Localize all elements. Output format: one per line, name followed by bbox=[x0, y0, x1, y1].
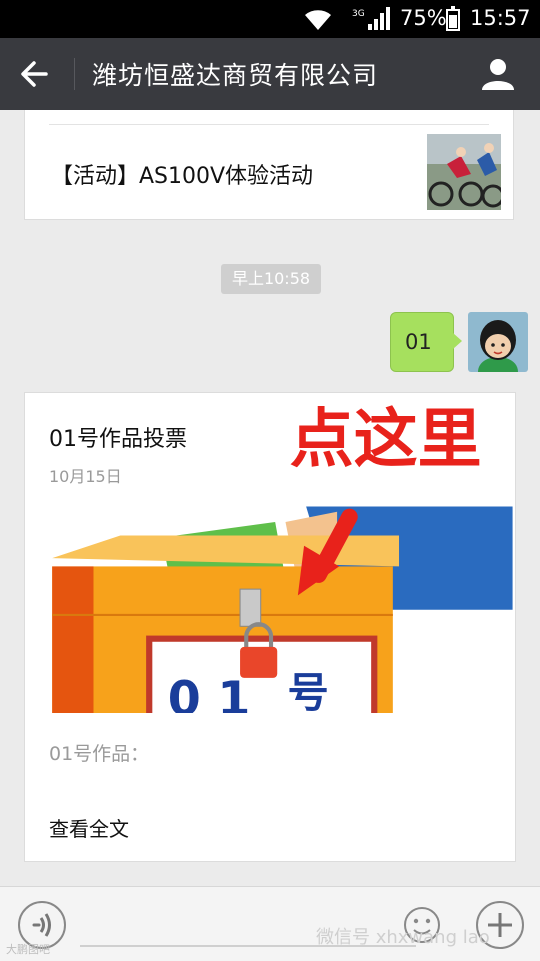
article-title: 01号作品投票 bbox=[49, 427, 187, 452]
previous-article-card[interactable]: 【活动】AS100V体验活动 bbox=[24, 110, 514, 220]
watermark-small: 大鹏图吧 bbox=[6, 943, 50, 956]
page-title: 潍坊恒盛达商贸有限公司 bbox=[92, 61, 379, 90]
card-divider bbox=[49, 124, 489, 125]
status-bar: 3G 75% 15:57 bbox=[0, 0, 540, 38]
box-number-char: 号 bbox=[288, 669, 329, 713]
avatar[interactable] bbox=[468, 312, 528, 372]
battery-icon bbox=[446, 6, 460, 31]
click-here-overlay: 点这里 bbox=[290, 403, 482, 477]
sent-message-bubble[interactable]: 01 bbox=[390, 312, 462, 372]
signal-icon: 3G bbox=[352, 7, 390, 30]
article-description: 01号作品： bbox=[49, 743, 150, 765]
box-number-label: 0 1 bbox=[168, 672, 251, 713]
wifi-icon bbox=[305, 10, 331, 30]
article-date: 10月15日 bbox=[49, 467, 122, 486]
read-more-link[interactable]: 查看全文 bbox=[49, 813, 129, 842]
article-card[interactable]: 0 1 号 点这里 01号作品投票 10月15日 01号作品： 查看全文 bbox=[24, 392, 516, 862]
message-timestamp: 早上10:58 bbox=[221, 264, 321, 294]
title-divider bbox=[74, 58, 75, 90]
user-icon[interactable] bbox=[478, 54, 518, 94]
cyclists-thumbnail bbox=[427, 134, 501, 210]
clock: 15:57 bbox=[470, 6, 531, 30]
network-type: 3G bbox=[352, 9, 365, 19]
chat-input-bar: 微信号 xhxwang lao 大鹏图吧 bbox=[0, 886, 540, 961]
title-bar: 潍坊恒盛达商贸有限公司 bbox=[0, 38, 540, 110]
watermark-text: 微信号 xhxwang lao bbox=[316, 927, 490, 948]
battery-percentage: 75% bbox=[400, 6, 447, 30]
sent-message-text: 01 bbox=[405, 330, 432, 354]
previous-article-title: 【活动】AS100V体验活动 bbox=[51, 164, 314, 189]
back-arrow-icon[interactable] bbox=[16, 56, 56, 92]
